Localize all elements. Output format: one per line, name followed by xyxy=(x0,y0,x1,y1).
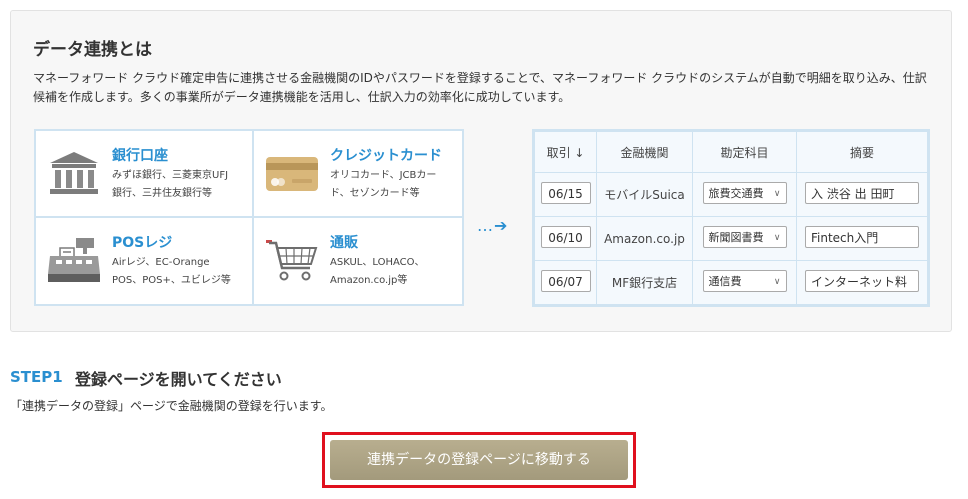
table-row: 06/10 Amazon.co.jp 新聞図書費 ∨ Fintech入門 xyxy=(534,216,928,261)
account-select-value: 新聞図書費 xyxy=(708,231,764,244)
chevron-down-icon: ∨ xyxy=(773,233,781,243)
service-description: Airレジ、EC-Orange POS、POS+、ユビレジ等 xyxy=(112,254,231,290)
chevron-down-icon: ∨ xyxy=(773,189,781,199)
journal-table: 取引 ↓ 金融機関 勘定科目 摘要 06/15 モバイルSuica 旅費交通費 ∨… xyxy=(532,129,930,307)
account-select[interactable]: 新聞図書費 ∨ xyxy=(702,226,787,248)
date-field[interactable]: 06/10 xyxy=(540,226,591,248)
memo-field[interactable]: Fintech入門 xyxy=(805,226,919,248)
service-desc-line: Amazon.co.jp等 xyxy=(330,275,408,286)
table-row: 06/07 MF銀行支店 通信費 ∨ インターネット料 xyxy=(534,260,928,305)
date-field[interactable]: 06/07 xyxy=(540,270,591,292)
memo-field[interactable]: インターネット料 xyxy=(805,270,919,292)
account-select[interactable]: 通信費 ∨ xyxy=(702,270,787,292)
institution-cell: MF銀行支店 xyxy=(596,260,693,305)
flow-arrow-icon: …➔ xyxy=(477,216,509,235)
column-header-date[interactable]: 取引 ↓ xyxy=(534,131,597,173)
go-to-registration-button[interactable]: 連携データの登録ページに移動する xyxy=(330,440,628,480)
service-title: クレジットカード xyxy=(330,148,442,164)
column-header-account: 勘定科目 xyxy=(692,131,797,173)
column-header-memo: 摘要 xyxy=(796,131,928,173)
service-desc-line: ASKUL、LOHACO、 xyxy=(330,257,425,268)
chevron-down-icon: ∨ xyxy=(773,277,781,287)
institution-cell: Amazon.co.jp xyxy=(596,216,693,261)
service-description: みずほ銀行、三菱東京UFJ 銀行、三井住友銀行等 xyxy=(112,167,228,203)
institution-cell: モバイルSuica xyxy=(596,172,693,217)
service-desc-line: ド、セゾンカード等 xyxy=(330,188,420,199)
service-desc-line: 銀行、三井住友銀行等 xyxy=(112,188,212,199)
service-desc-line: Airレジ、EC-Orange xyxy=(112,257,210,268)
service-credit-card: クレジットカード オリコカード、JCBカー ド、セゾンカード等 xyxy=(254,131,464,215)
memo-field[interactable]: 入 渋谷 出 田町 xyxy=(805,182,919,204)
service-title: 通販 xyxy=(330,235,358,251)
pos-register-icon xyxy=(46,236,102,284)
service-description: ASKUL、LOHACO、 Amazon.co.jp等 xyxy=(330,254,425,290)
table-row: 06/15 モバイルSuica 旅費交通費 ∨ 入 渋谷 出 田町 xyxy=(534,172,928,217)
service-pos: POSレジ Airレジ、EC-Orange POS、POS+、ユビレジ等 xyxy=(36,218,246,302)
shopping-cart-icon xyxy=(264,236,320,284)
bank-icon xyxy=(46,149,102,197)
service-description: オリコカード、JCBカー ド、セゾンカード等 xyxy=(330,167,436,203)
service-grid: 銀行口座 みずほ銀行、三菱東京UFJ 銀行、三井住友銀行等 クレジットカード オ… xyxy=(34,129,464,306)
account-select-value: 旅費交通費 xyxy=(708,187,764,200)
panel-description: マネーフォワード クラウド確定申告に連携させる金融機関のIDやパスワードを登録す… xyxy=(33,71,927,104)
service-ec: 通販 ASKUL、LOHACO、 Amazon.co.jp等 xyxy=(254,218,464,302)
service-title: POSレジ xyxy=(112,235,173,251)
service-bank: 銀行口座 みずほ銀行、三菱東京UFJ 銀行、三井住友銀行等 xyxy=(36,131,246,215)
service-desc-line: みずほ銀行、三菱東京UFJ xyxy=(112,170,229,181)
date-field[interactable]: 06/15 xyxy=(540,182,591,204)
button-highlight-frame: 連携データの登録ページに移動する xyxy=(322,432,636,488)
column-header-institution: 金融機関 xyxy=(596,131,693,173)
step-description: 「連携データの登録」ページで金融機関の登録を行います。 xyxy=(10,399,333,413)
account-select[interactable]: 旅費交通費 ∨ xyxy=(702,182,787,204)
credit-card-icon xyxy=(264,149,320,197)
account-select-value: 通信費 xyxy=(708,275,742,288)
service-desc-line: POS、POS+、ユビレジ等 xyxy=(112,275,231,286)
service-title: 銀行口座 xyxy=(112,148,168,164)
step-title: 登録ページを開いてください xyxy=(75,370,282,389)
table-header-row: 取引 ↓ 金融機関 勘定科目 摘要 xyxy=(534,131,928,173)
service-desc-line: オリコカード、JCBカー xyxy=(330,170,437,181)
panel-title: データ連携とは xyxy=(33,40,152,60)
data-integration-panel: データ連携とは マネーフォワード クラウド確定申告に連携させる金融機関のIDやパ… xyxy=(10,10,952,332)
step-label: STEP1 xyxy=(10,368,63,386)
